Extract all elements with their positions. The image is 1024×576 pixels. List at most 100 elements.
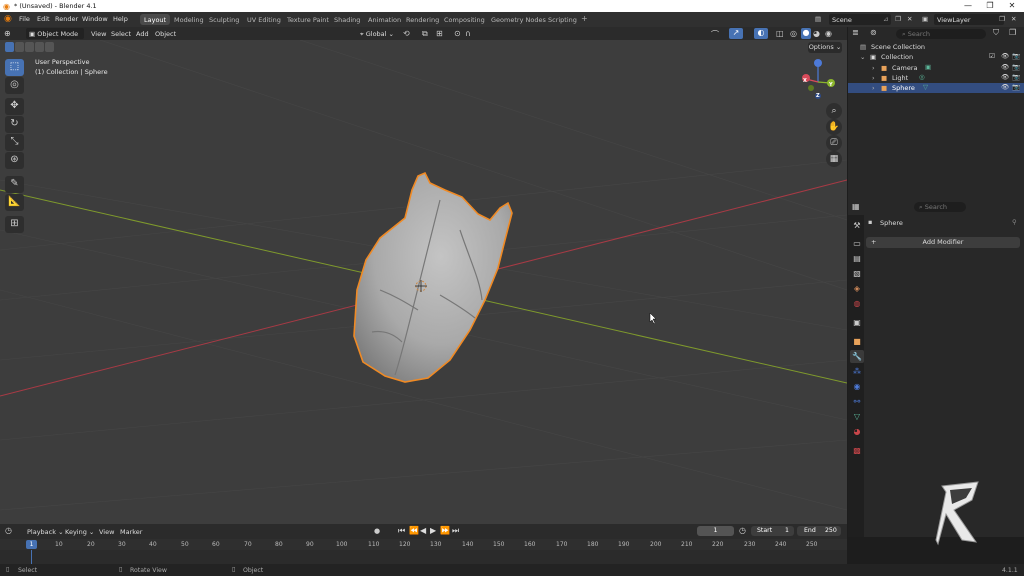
frame-ruler[interactable]: 1 10 20 30 40 50 60 70 80 90 100 110 120… (0, 539, 847, 550)
playhead[interactable]: 1 (26, 540, 37, 549)
cursor-tool-icon[interactable]: ◎ (5, 77, 24, 94)
rotate-tool-icon[interactable]: ↻ (5, 116, 24, 133)
visibility-eye-icon[interactable]: 👁 (1001, 83, 1009, 91)
expand-arrow-icon[interactable]: › (872, 84, 875, 92)
select-box-tool-icon[interactable]: ⬚ (5, 59, 24, 76)
ortho-grid-icon[interactable]: ▦ (826, 151, 842, 167)
tool-tab-icon[interactable]: ⚒ (850, 219, 864, 232)
scene-tab-icon[interactable]: ◈ (850, 282, 864, 295)
menu-edit[interactable]: Edit (37, 15, 50, 23)
visibility-eye-icon[interactable]: 👁 (1001, 73, 1009, 81)
particles-tab-icon[interactable]: ⁂ (850, 365, 864, 378)
light-data-icon[interactable]: ◎ (919, 73, 925, 81)
maximize-button[interactable]: ❐ (979, 0, 1001, 12)
outliner-search-input[interactable]: ⌕ Search (896, 29, 986, 39)
new-collection-icon[interactable]: ❐ (1009, 28, 1016, 37)
next-keyframe-icon[interactable]: ⏩ (440, 526, 450, 535)
prev-keyframe-icon[interactable]: ⏪ (409, 526, 419, 535)
blender-menu-icon[interactable]: ◉ (4, 14, 12, 24)
render-camera-icon[interactable]: 📷 (1012, 73, 1020, 81)
pan-hand-icon[interactable]: ✋ (826, 119, 842, 135)
new-scene-icon[interactable]: ❐ (895, 15, 901, 23)
mode-selector[interactable]: ▣ Object Mode ⌄ (26, 28, 84, 46)
start-frame-field[interactable]: Start 1 (751, 526, 794, 536)
transform-tool-icon[interactable]: ⊛ (5, 152, 24, 169)
texture-tab-icon[interactable]: ▩ (850, 444, 864, 457)
tab-sculpting[interactable]: Sculpting (205, 14, 243, 25)
end-frame-field[interactable]: End 250 (797, 526, 841, 536)
menu-keying[interactable]: Keying ⌄ (62, 526, 97, 537)
scale-tool-icon[interactable]: ⤡ (5, 134, 24, 151)
display-mode-icon[interactable]: ⊚ (870, 28, 877, 37)
render-camera-icon[interactable]: 📷 (1012, 63, 1020, 71)
data-tab-icon[interactable]: ▽ (850, 410, 864, 423)
modifier-tab-icon[interactable]: 🔧 (850, 350, 864, 363)
tab-scripting[interactable]: Scripting (544, 14, 581, 25)
add-cube-tool-icon[interactable]: ⊞ (5, 216, 24, 233)
material-tab-icon[interactable]: ◕ (850, 425, 864, 438)
physics-tab-icon[interactable]: ◉ (850, 380, 864, 393)
menu-view-timeline[interactable]: View (96, 526, 117, 537)
outliner-row-light[interactable]: › ■ Light ◎ 👁 📷 (848, 73, 1024, 83)
preview-range-icon[interactable]: ◷ (739, 526, 746, 535)
select-mode-new-icon[interactable] (5, 42, 14, 52)
properties-search-input[interactable]: ⌕ Search (914, 202, 966, 212)
select-mode-invert-icon[interactable] (35, 42, 44, 52)
pin-icon[interactable]: ⊿ (883, 15, 888, 23)
outliner-type-icon[interactable]: ≣ (852, 28, 859, 37)
move-tool-icon[interactable]: ✥ (5, 98, 24, 115)
visibility-eye-icon[interactable]: 👁 (1001, 63, 1009, 71)
falloff-icon[interactable]: ∩ (465, 29, 471, 38)
camera-view-icon[interactable]: ⎚ (826, 135, 842, 151)
tab-modeling[interactable]: Modeling (170, 14, 208, 25)
proportional-edit-icon[interactable]: ⊙ (454, 29, 461, 38)
visibility-icon[interactable]: ⌒ (711, 29, 719, 40)
add-modifier-button[interactable]: + Add Modifier (866, 237, 1020, 248)
filter-icon[interactable]: ⛉ (993, 28, 999, 38)
pin-icon[interactable]: ⚲ (1012, 218, 1017, 226)
current-frame-field[interactable]: 1 (697, 526, 734, 536)
object-tab-icon[interactable]: ■ (850, 335, 864, 348)
view-layer-tab-icon[interactable]: ▧ (850, 267, 864, 280)
xray-icon[interactable]: ◫ (776, 29, 784, 38)
shading-rendered-icon[interactable]: ◉ (825, 29, 832, 38)
visibility-eye-icon[interactable]: 👁 (1001, 52, 1009, 60)
play-reverse-icon[interactable]: ◀ (420, 526, 426, 535)
overlay-toggle-icon[interactable]: ◐ (754, 28, 768, 39)
expand-arrow-icon[interactable]: › (872, 64, 875, 72)
orientation-selector[interactable]: ⌖ Global ⌄ (357, 28, 399, 39)
shading-material-icon[interactable]: ◕ (813, 29, 820, 38)
pivot-icon[interactable]: ⟲ (403, 29, 410, 38)
menu-marker[interactable]: Marker (117, 526, 145, 537)
tab-uv-editing[interactable]: UV Editing (243, 14, 285, 25)
render-camera-icon[interactable]: 📷 (1012, 83, 1020, 91)
delete-scene-icon[interactable]: ✕ (907, 15, 912, 23)
collection-tab-icon[interactable]: ▣ (850, 316, 864, 329)
shading-solid-icon[interactable]: ● (801, 28, 811, 39)
minimize-button[interactable]: — (957, 0, 979, 12)
expand-arrow-icon[interactable]: › (872, 74, 875, 82)
editor-type-icon[interactable]: ⊕ (4, 29, 11, 38)
outliner-row-sphere[interactable]: › ■ Sphere ▽ 👁 📷 (848, 83, 1024, 93)
menu-playback[interactable]: Playback ⌄ (24, 526, 67, 537)
viewport-3d[interactable]: User Perspective (1) Collection | Sphere… (0, 40, 847, 524)
scene-icon[interactable]: ▤ (815, 15, 821, 23)
render-tab-icon[interactable]: ▭ (850, 237, 864, 250)
sculpted-sphere[interactable] (353, 171, 513, 383)
close-button[interactable]: ✕ (1001, 0, 1023, 12)
outliner-row-scene-collection[interactable]: ▤ Scene Collection (848, 42, 1024, 52)
constraints-tab-icon[interactable]: ⚯ (850, 395, 864, 408)
expand-arrow-icon[interactable]: ⌄ (860, 53, 865, 61)
output-tab-icon[interactable]: ▤ (850, 252, 864, 265)
camera-data-icon[interactable]: ▣ (925, 63, 931, 71)
jump-start-icon[interactable]: ⏮ (398, 526, 405, 536)
menu-file[interactable]: File (19, 15, 30, 23)
snap-icon[interactable]: ⧉ (422, 29, 428, 39)
delete-viewlayer-icon[interactable]: ✕ (1011, 15, 1016, 23)
menu-add[interactable]: Add (133, 28, 152, 39)
select-mode-extend-icon[interactable] (15, 42, 24, 52)
tab-geometry-nodes[interactable]: Geometry Nodes (487, 14, 550, 25)
properties-type-icon[interactable]: ▦ (852, 202, 860, 211)
tab-layout[interactable]: Layout (140, 14, 171, 25)
viewlayer-selector[interactable]: ViewLayer (934, 14, 1004, 25)
